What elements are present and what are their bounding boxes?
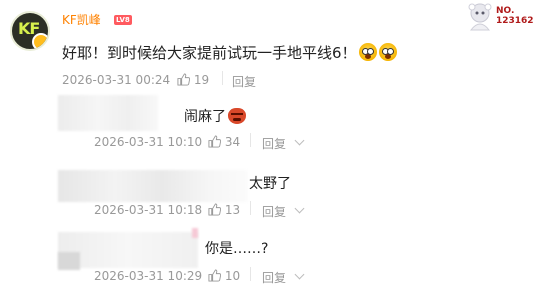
like-button[interactable]: 13	[208, 203, 240, 217]
emoji-scream-icon	[378, 43, 397, 61]
thumbs-up-icon	[208, 269, 221, 282]
reply-timestamp: 2026-03-31 10:18	[94, 203, 203, 217]
chevron-down-icon[interactable]	[294, 269, 305, 280]
badge-number: 123162	[496, 16, 534, 26]
reply-avatar-blurred	[58, 170, 248, 202]
badge-character-icon	[468, 3, 492, 31]
avatar[interactable]: KF	[10, 11, 50, 51]
emoji-angry-icon	[228, 108, 246, 124]
reply-timestamp: 2026-03-31 10:10	[94, 135, 203, 149]
reply-button[interactable]: 回复	[262, 269, 286, 286]
divider	[222, 71, 223, 85]
reply-button[interactable]: 回复	[232, 73, 256, 90]
like-button[interactable]: 19	[177, 73, 209, 87]
badge-no-label: NO.	[496, 6, 515, 16]
thumbs-up-icon	[208, 203, 221, 216]
comment-timestamp: 2026-03-31 00:24	[62, 73, 171, 87]
reply-text: 你是……?	[205, 241, 269, 257]
reply-text: 闹麻了	[184, 106, 246, 126]
comment-text-content: 好耶！到时候给大家提前试玩一手地平线6！	[62, 44, 357, 62]
reply-text: 太野了	[249, 176, 291, 192]
verified-badge-icon	[32, 33, 48, 49]
reply-avatar-blurred	[58, 95, 158, 131]
reply-button[interactable]: 回复	[262, 135, 286, 152]
reply-avatar-blurred	[58, 252, 80, 270]
divider	[250, 201, 251, 215]
divider	[250, 133, 251, 147]
reply-button[interactable]: 回复	[262, 203, 286, 220]
thumbs-up-icon	[177, 73, 190, 86]
comment-text: 好耶！到时候给大家提前试玩一手地平线6！	[62, 42, 397, 63]
username[interactable]: KF凯峰	[62, 11, 101, 28]
chevron-down-icon[interactable]	[294, 135, 305, 146]
like-count: 13	[224, 203, 241, 217]
level-badge: LV8	[114, 15, 132, 25]
like-count: 34	[224, 135, 241, 149]
divider	[250, 267, 251, 281]
chevron-down-icon[interactable]	[294, 203, 305, 214]
emoji-scream-icon	[358, 43, 377, 61]
thumbs-up-icon	[208, 135, 221, 148]
reply-avatar-blurred	[192, 228, 198, 238]
fan-badge-card: NO. 123162	[460, 0, 548, 36]
like-count: 19	[193, 73, 210, 87]
like-button[interactable]: 34	[208, 135, 240, 149]
reply-timestamp: 2026-03-31 10:29	[94, 269, 203, 283]
reply-text-content: 闹麻了	[184, 109, 226, 125]
like-count: 10	[224, 269, 241, 283]
like-button[interactable]: 10	[208, 269, 240, 283]
